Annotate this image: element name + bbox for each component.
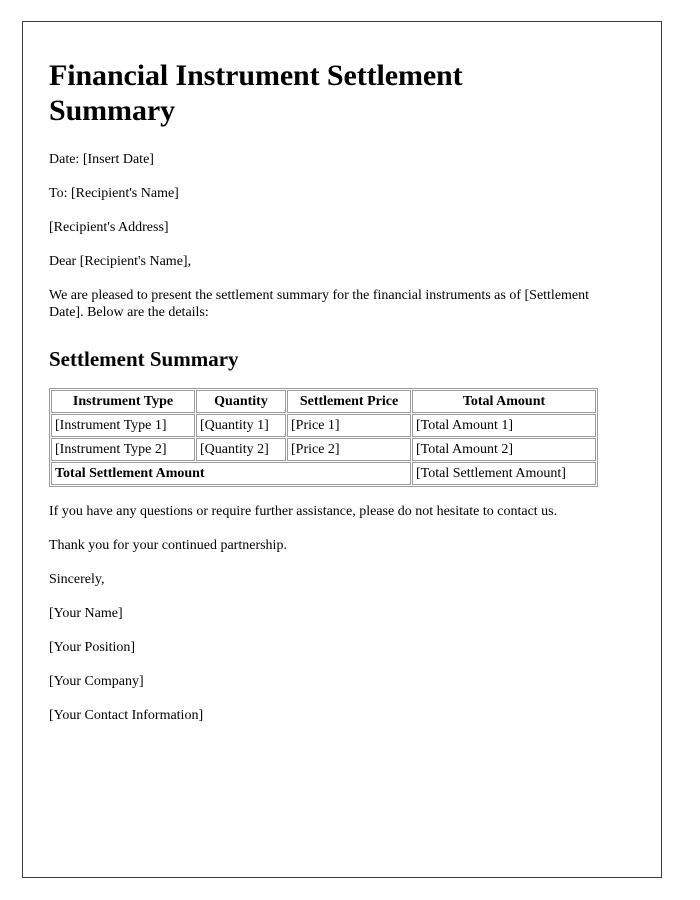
closing-questions-line: If you have any questions or require fur… xyxy=(49,503,558,519)
signature-position-line: [Your Position] xyxy=(49,639,136,655)
signature-contact-line: [Your Contact Information] xyxy=(49,707,204,723)
cell-quantity: [Quantity 2] xyxy=(196,437,286,461)
document-page: Financial Instrument Settlement Summary … xyxy=(22,21,662,878)
closing-thanks-line: Thank you for your continued partnership… xyxy=(49,537,287,553)
cell-settlement-price: [Price 2] xyxy=(287,437,411,461)
cell-settlement-price: [Price 1] xyxy=(287,413,411,437)
recipient-address-line: [Recipient's Address] xyxy=(49,219,169,235)
table-row: [Instrument Type 2] [Quantity 2] [Price … xyxy=(51,437,596,461)
cell-instrument-type: [Instrument Type 2] xyxy=(51,437,195,461)
salutation-line: Dear [Recipient's Name], xyxy=(49,253,192,269)
closing-block: If you have any questions or require fur… xyxy=(49,503,635,724)
column-header-quantity: Quantity xyxy=(196,389,286,413)
cell-total-settlement-label: Total Settlement Amount xyxy=(51,461,411,485)
intro-paragraph: We are pleased to present the settlement… xyxy=(49,287,590,320)
signature-name-line: [Your Name] xyxy=(49,605,123,621)
signature-company-line: [Your Company] xyxy=(49,673,144,689)
column-header-settlement-price: Settlement Price xyxy=(287,389,411,413)
column-header-total-amount: Total Amount xyxy=(412,389,596,413)
cell-total-settlement-value: [Total Settlement Amount] xyxy=(412,461,596,485)
letter-header-block: Date: [Insert Date] To: [Recipient's Nam… xyxy=(49,151,635,270)
table-header-row: Instrument Type Quantity Settlement Pric… xyxy=(51,389,596,413)
column-header-instrument-type: Instrument Type xyxy=(51,389,195,413)
recipient-name-line: To: [Recipient's Name] xyxy=(49,185,179,201)
table-total-row: Total Settlement Amount [Total Settlemen… xyxy=(51,461,596,485)
date-line: Date: [Insert Date] xyxy=(49,151,154,167)
closing-signoff-line: Sincerely, xyxy=(49,571,105,587)
settlement-summary-table: Instrument Type Quantity Settlement Pric… xyxy=(49,387,598,487)
section-heading-settlement-summary: Settlement Summary xyxy=(49,346,239,371)
cell-instrument-type: [Instrument Type 1] xyxy=(51,413,195,437)
document-body: Financial Instrument Settlement Summary … xyxy=(23,22,661,724)
table-header: Instrument Type Quantity Settlement Pric… xyxy=(51,389,596,413)
table-row: [Instrument Type 1] [Quantity 1] [Price … xyxy=(51,413,596,437)
table-body: [Instrument Type 1] [Quantity 1] [Price … xyxy=(51,413,596,485)
cell-total-amount: [Total Amount 1] xyxy=(412,413,596,437)
cell-total-amount: [Total Amount 2] xyxy=(412,437,596,461)
page-title: Financial Instrument Settlement Summary xyxy=(49,59,463,128)
cell-quantity: [Quantity 1] xyxy=(196,413,286,437)
